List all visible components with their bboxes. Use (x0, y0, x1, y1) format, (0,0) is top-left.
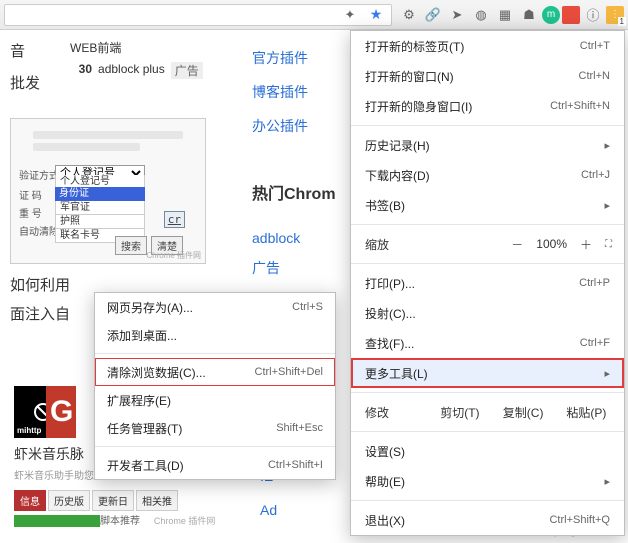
more-tools-submenu: 网页另存为(A)...Ctrl+S 添加到桌面... 清除浏览数据(C)...C… (94, 292, 336, 480)
extension-icon: G mihttp (14, 386, 72, 438)
watermark: Chrome 插件网 (146, 250, 201, 261)
browser-toolbar: ✦ ★ ⚙ 🔗 ➤ ◍ ▦ ☗ m ⓘ ⋮1 (0, 0, 628, 30)
submenu-add-desktop[interactable]: 添加到桌面... (95, 321, 335, 349)
form-label: 证 码 (19, 187, 42, 202)
notif-badge: 1 (618, 17, 626, 26)
hot-title: 热门Chrom (252, 180, 352, 204)
list-item: WEB前端 (70, 36, 203, 59)
select-option-selected[interactable]: 身份证 (55, 187, 145, 201)
sidebar-nav: 官方插件 博客插件 办公插件 热门Chrom adblock 广告 (252, 48, 352, 278)
tab-strip: 信息 历史版 更新日 相关推 (14, 490, 224, 511)
submenu-save-as[interactable]: 网页另存为(A)...Ctrl+S (95, 293, 335, 321)
tab-related[interactable]: 相关推 (136, 490, 178, 511)
select-option[interactable]: 军官证 (55, 201, 145, 215)
menu-more-tools[interactable]: 更多工具(L)▸ (351, 358, 624, 388)
notif-icon[interactable]: ⋮1 (606, 6, 624, 24)
zoom-label: 缩放 (365, 236, 498, 253)
red-ext-icon[interactable] (562, 6, 580, 24)
item-tag: 广告 (171, 62, 203, 79)
cut-button[interactable]: 剪切(T) (428, 400, 491, 425)
form-label: 验证方式 (19, 167, 59, 182)
menu-cast[interactable]: 投射(C)... (351, 298, 624, 328)
hot-link[interactable]: Ad (260, 502, 277, 518)
star-icon[interactable]: ★ (365, 4, 387, 26)
search-button[interactable]: 搜索 (115, 236, 147, 255)
cookie-icon[interactable]: ◍ (470, 4, 492, 26)
item-rank: 30 (70, 62, 92, 79)
page-content: 音 批发 WEB前端 30 adblock plus 广告 验证方式 证 码 重… (0, 30, 240, 335)
copy-button[interactable]: 复制(C) (492, 400, 555, 425)
menu-help[interactable]: 帮助(E)▸ (351, 466, 624, 496)
edit-label: 修改 (357, 400, 428, 425)
zoom-out-button[interactable]: － (506, 236, 528, 253)
form-label: 重 号 (19, 205, 42, 220)
sidebar-link-blog[interactable]: 博客插件 (252, 82, 352, 102)
zoom-in-button[interactable]: ＋ (575, 236, 597, 253)
chrome-main-menu: 打开新的标签页(T)Ctrl+T 打开新的窗口(N)Ctrl+N 打开新的隐身窗… (350, 30, 625, 536)
hot-link[interactable]: 广告 (252, 258, 352, 278)
zoom-value: 100% (536, 237, 567, 251)
menu-settings[interactable]: 设置(S) (351, 436, 624, 466)
arrow-icon[interactable]: ➤ (446, 4, 468, 26)
gear-icon[interactable]: ⚙ (398, 4, 420, 26)
thumbnail-preview: 验证方式 证 码 重 号 自动清除 个人登记号 个人登记号 身份证 军官证 护照… (10, 118, 206, 264)
tab-changelog[interactable]: 更新日 (92, 490, 134, 511)
menu-incognito[interactable]: 打开新的隐身窗口(I)Ctrl+Shift+N (351, 91, 624, 121)
menu-zoom: 缩放 － 100% ＋ ⛶ (351, 229, 624, 259)
tab-info[interactable]: 信息 (14, 490, 46, 511)
menu-print[interactable]: 打印(P)...Ctrl+P (351, 268, 624, 298)
captcha-box: cr (164, 211, 185, 228)
select-option[interactable]: 护照 (55, 215, 145, 229)
address-bar[interactable]: ✦ ★ (4, 4, 392, 26)
frag-text: 批发 (10, 68, 40, 100)
shield-icon[interactable]: ☗ (518, 4, 540, 26)
sidebar-link-official[interactable]: 官方插件 (252, 48, 352, 68)
submenu-extensions[interactable]: 扩展程序(E) (95, 386, 335, 414)
menu-downloads[interactable]: 下载内容(D)Ctrl+J (351, 160, 624, 190)
menu-find[interactable]: 查找(F)...Ctrl+F (351, 328, 624, 358)
menu-new-tab[interactable]: 打开新的标签页(T)Ctrl+T (351, 31, 624, 61)
sidebar-link-office[interactable]: 办公插件 (252, 116, 352, 136)
grid-icon[interactable]: ▦ (494, 4, 516, 26)
item-name: adblock plus (98, 62, 165, 79)
menu-new-window[interactable]: 打开新的窗口(N)Ctrl+N (351, 61, 624, 91)
menu-exit[interactable]: 退出(X)Ctrl+Shift+Q (351, 505, 624, 535)
m-badge-icon[interactable]: m (542, 6, 560, 24)
list-item[interactable]: 30 adblock plus 广告 (70, 59, 203, 82)
tab-history[interactable]: 历史版 (48, 490, 90, 511)
hot-link[interactable]: adblock (252, 230, 352, 246)
submenu-clear-data[interactable]: 清除浏览数据(C)...Ctrl+Shift+Del (95, 358, 335, 386)
puzzle-icon: ✦ (339, 4, 361, 26)
form-label: 自动清除 (19, 223, 59, 238)
menu-bookmarks[interactable]: 书签(B)▸ (351, 190, 624, 220)
paste-button[interactable]: 粘贴(P) (555, 400, 618, 425)
info-icon[interactable]: ⓘ (582, 4, 604, 26)
green-bar (14, 515, 100, 527)
menu-history[interactable]: 历史记录(H)▸ (351, 130, 624, 160)
link-icon[interactable]: 🔗 (422, 4, 444, 26)
submenu-dev-tools[interactable]: 开发者工具(D)Ctrl+Shift+I (95, 451, 335, 479)
submenu-task-manager[interactable]: 任务管理器(T)Shift+Esc (95, 414, 335, 442)
script-line: 脚本推荐 Chrome 插件网 (100, 512, 215, 527)
fullscreen-icon[interactable]: ⛶ (605, 239, 610, 250)
menu-edit-row: 修改 剪切(T) 复制(C) 粘贴(P) (351, 397, 624, 427)
frag-text: 音 (10, 36, 40, 68)
